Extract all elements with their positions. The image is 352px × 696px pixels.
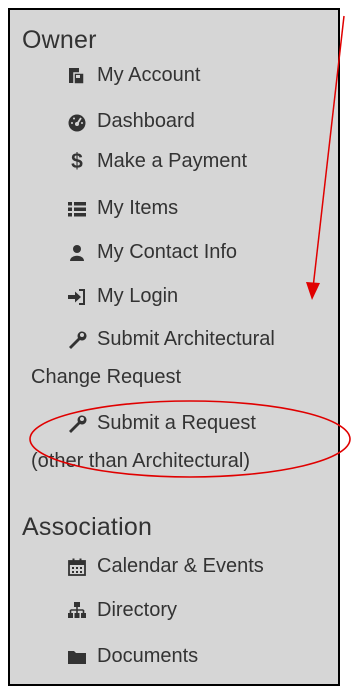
sidebar-item-my-login[interactable]: My Login: [66, 285, 178, 308]
sidebar-item-documents[interactable]: Documents: [66, 645, 198, 668]
sidebar-item-submit-request[interactable]: Submit a Request: [66, 412, 256, 435]
sidebar-item-label: Make a Payment: [97, 150, 248, 172]
sidebar-item-label: Documents: [97, 645, 199, 667]
sidebar-item-label-line2[interactable]: (other than Architectural): [31, 450, 250, 473]
sidebar-item-make-payment[interactable]: $ Make a Payment: [66, 150, 247, 173]
sidebar-item-label: My Login: [97, 285, 179, 307]
sidebar-item-label: Submit Architectural: [97, 328, 275, 350]
sidebar-item-dashboard[interactable]: Dashboard: [66, 110, 195, 133]
sidebar-item-architectural-request[interactable]: Submit Architectural: [66, 328, 275, 351]
sidebar-item-label: My Items: [97, 197, 179, 219]
calendar-icon: [66, 556, 88, 578]
sidebar-item-label: Directory: [97, 599, 178, 621]
sidebar-item-directory[interactable]: Directory: [66, 599, 177, 622]
section-heading-owner: Owner: [22, 26, 97, 54]
user-icon: [66, 242, 88, 264]
sidebar-item-my-account[interactable]: My Account: [66, 64, 200, 87]
sidebar-item-label-line2[interactable]: Change Request: [31, 366, 181, 389]
section-heading-association: Association: [22, 513, 153, 541]
sitemap-icon: [66, 600, 88, 622]
folder-icon: [66, 646, 88, 668]
sidebar-item-calendar[interactable]: Calendar & Events: [66, 555, 264, 578]
sidebar-item-label: Dashboard: [97, 110, 195, 132]
sidebar-item-label: My Contact Info: [97, 241, 238, 263]
sidebar-item-label: Submit a Request: [97, 412, 256, 434]
account-icon: [66, 65, 88, 87]
dollar-icon: $: [71, 149, 83, 173]
dashboard-icon: [66, 111, 88, 133]
sidebar-item-label: Calendar & Events: [97, 555, 264, 577]
sidebar-item-label: My Account: [97, 64, 201, 86]
sidebar-item-contact-info[interactable]: My Contact Info: [66, 241, 237, 264]
sign-in-icon: [66, 286, 88, 308]
wrench-icon: [66, 413, 88, 435]
wrench-icon: [66, 329, 88, 351]
sidebar-item-my-items[interactable]: My Items: [66, 197, 178, 220]
list-icon: [66, 198, 88, 220]
